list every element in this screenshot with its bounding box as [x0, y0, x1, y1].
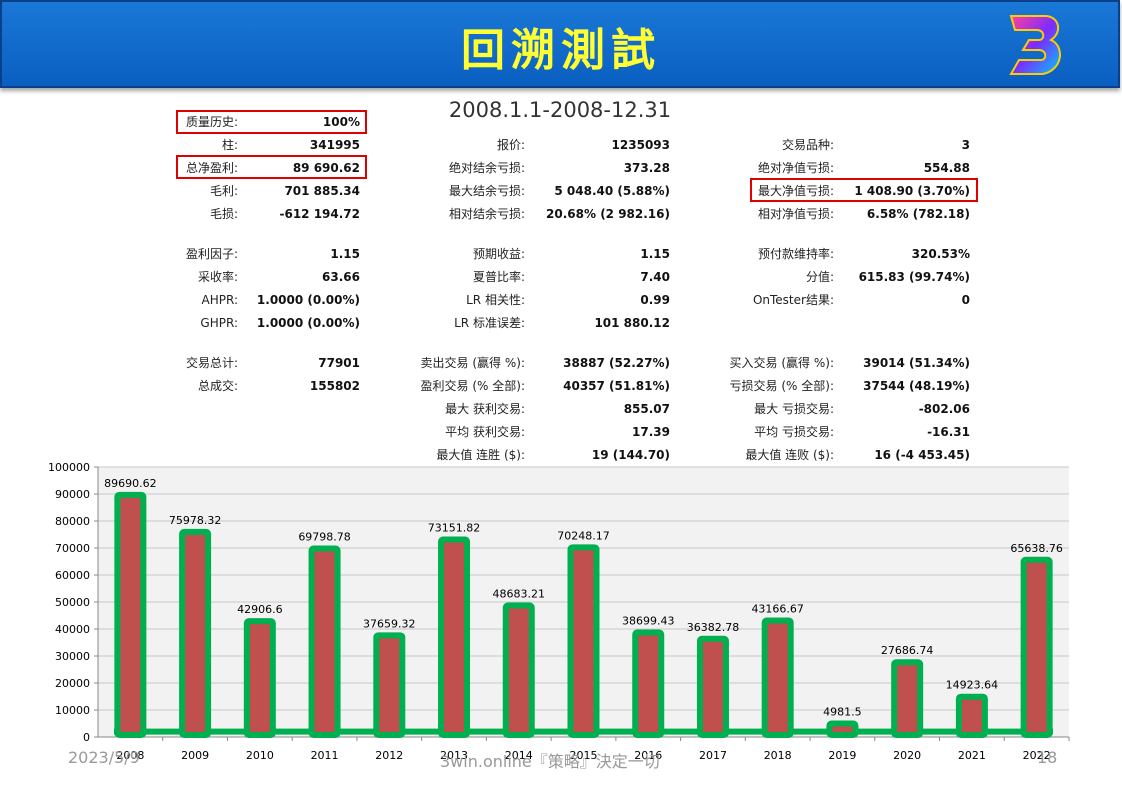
footer-slogan: 3win.online『策略』決定一切: [440, 752, 660, 771]
data-label-2017: 36382.78: [687, 621, 740, 634]
y-tick-label: 0: [83, 731, 90, 744]
x-tick-label-2010: 2010: [246, 749, 274, 762]
data-label-2018: 43166.67: [751, 602, 804, 615]
data-label-2016: 38699.43: [622, 615, 675, 628]
y-tick-label: 100000: [48, 461, 90, 474]
bar-2009: [179, 528, 212, 738]
x-tick-label-2011: 2011: [311, 749, 339, 762]
bar-2013: [438, 536, 471, 739]
data-label-2014: 48683.21: [493, 588, 546, 601]
x-tick-label-2021: 2021: [958, 749, 986, 762]
y-tick-label: 80000: [55, 515, 90, 528]
data-label-2009: 75978.32: [169, 514, 222, 527]
data-label-2012: 37659.32: [363, 617, 416, 630]
bar-2012: [373, 632, 406, 738]
bar-2015: [567, 544, 600, 739]
footer-date: 2023/5/9: [68, 748, 140, 767]
y-tick-label: 10000: [55, 704, 90, 717]
y-tick-label: 90000: [55, 488, 90, 501]
bar-2016: [632, 629, 665, 738]
bar-2022: [1020, 556, 1053, 738]
x-tick-label-2017: 2017: [699, 749, 727, 762]
data-label-2021: 14923.64: [946, 679, 999, 692]
y-tick-label: 50000: [55, 596, 90, 609]
y-tick-label: 40000: [55, 623, 90, 636]
data-label-2015: 70248.17: [557, 529, 610, 542]
footer-page-number: 18: [1037, 748, 1058, 767]
y-tick-label: 60000: [55, 569, 90, 582]
bar-2017: [696, 635, 729, 738]
data-label-2019: 4981.5: [823, 706, 862, 719]
bar-2011: [308, 545, 341, 738]
bar-2020: [891, 659, 924, 738]
y-tick-label: 20000: [55, 677, 90, 690]
x-tick-label-2018: 2018: [764, 749, 792, 762]
data-label-2013: 73151.82: [428, 521, 481, 534]
bar-2019: [826, 720, 859, 738]
yearly-profit-chart: 0 10000 20000 30000 40000 50000 60000 70000 8000…: [48, 461, 1070, 762]
x-tick-label-2009: 2009: [181, 749, 209, 762]
data-label-2022: 65638.76: [1010, 542, 1063, 555]
data-label-2020: 27686.74: [881, 644, 934, 657]
bar-2010: [243, 618, 276, 738]
y-tick-label: 70000: [55, 542, 90, 555]
bar-2008: [114, 491, 147, 738]
data-label-2011: 69798.78: [298, 531, 351, 544]
data-label-2010: 42906.6: [237, 603, 283, 616]
x-tick-label-2020: 2020: [893, 749, 921, 762]
bar-2018: [761, 617, 794, 739]
bar-2021: [955, 693, 988, 739]
x-tick-label-2012: 2012: [375, 749, 403, 762]
bar-2014: [502, 602, 535, 739]
y-tick-label: 30000: [55, 650, 90, 663]
x-tick-label-2019: 2019: [828, 749, 856, 762]
data-label-2008: 89690.62: [104, 477, 157, 490]
